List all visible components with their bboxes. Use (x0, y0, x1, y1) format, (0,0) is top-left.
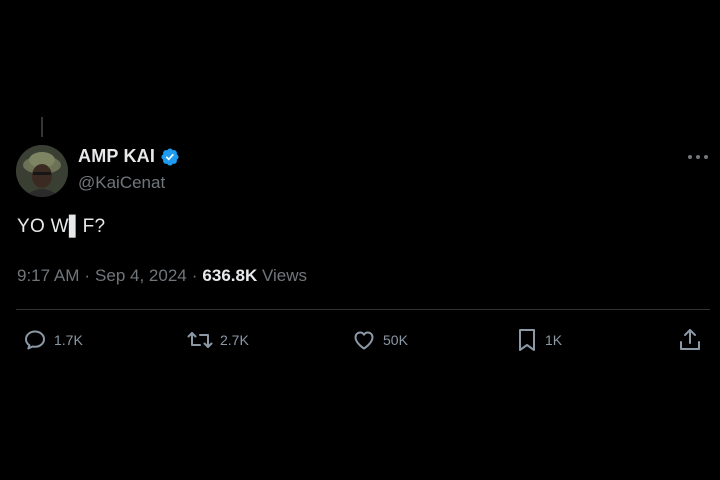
repost-button[interactable]: 2.7K (186, 327, 249, 353)
repost-count: 2.7K (220, 332, 249, 348)
author-handle[interactable]: @KaiCenat (78, 173, 165, 193)
bookmark-icon (515, 327, 539, 353)
heart-icon (351, 328, 377, 352)
like-count: 50K (383, 332, 408, 348)
bookmark-count: 1K (545, 332, 563, 348)
meta-separator: · (84, 266, 91, 285)
repost-icon (186, 328, 214, 352)
views-label: Views (261, 266, 308, 285)
reply-icon (22, 328, 48, 352)
share-button[interactable] (678, 327, 702, 353)
divider (16, 309, 710, 310)
tweet-time[interactable]: 9:17 AM (17, 266, 79, 285)
bookmark-button[interactable]: 1K (515, 327, 562, 353)
meta-separator: · (191, 266, 198, 285)
avatar[interactable] (16, 145, 68, 197)
tweet-date[interactable]: Sep 4, 2024 (95, 266, 187, 285)
author-display-name[interactable]: AMP KAI (78, 146, 155, 167)
reply-button[interactable]: 1.7K (22, 327, 83, 353)
reply-count: 1.7K (54, 332, 83, 348)
thread-connector-line (41, 117, 43, 137)
avatar-photo (16, 145, 68, 197)
tweet-text: YO W▌F? (17, 216, 106, 237)
views-count: 636.8K (202, 266, 258, 285)
verified-badge-icon (160, 147, 180, 167)
author-name-row: AMP KAI (78, 146, 180, 167)
more-horizontal-icon[interactable] (684, 146, 712, 168)
share-icon (678, 327, 702, 353)
tweet-metadata: 9:17 AM · Sep 4, 2024 · 636.8K Views (17, 266, 307, 286)
like-button[interactable]: 50K (351, 327, 408, 353)
